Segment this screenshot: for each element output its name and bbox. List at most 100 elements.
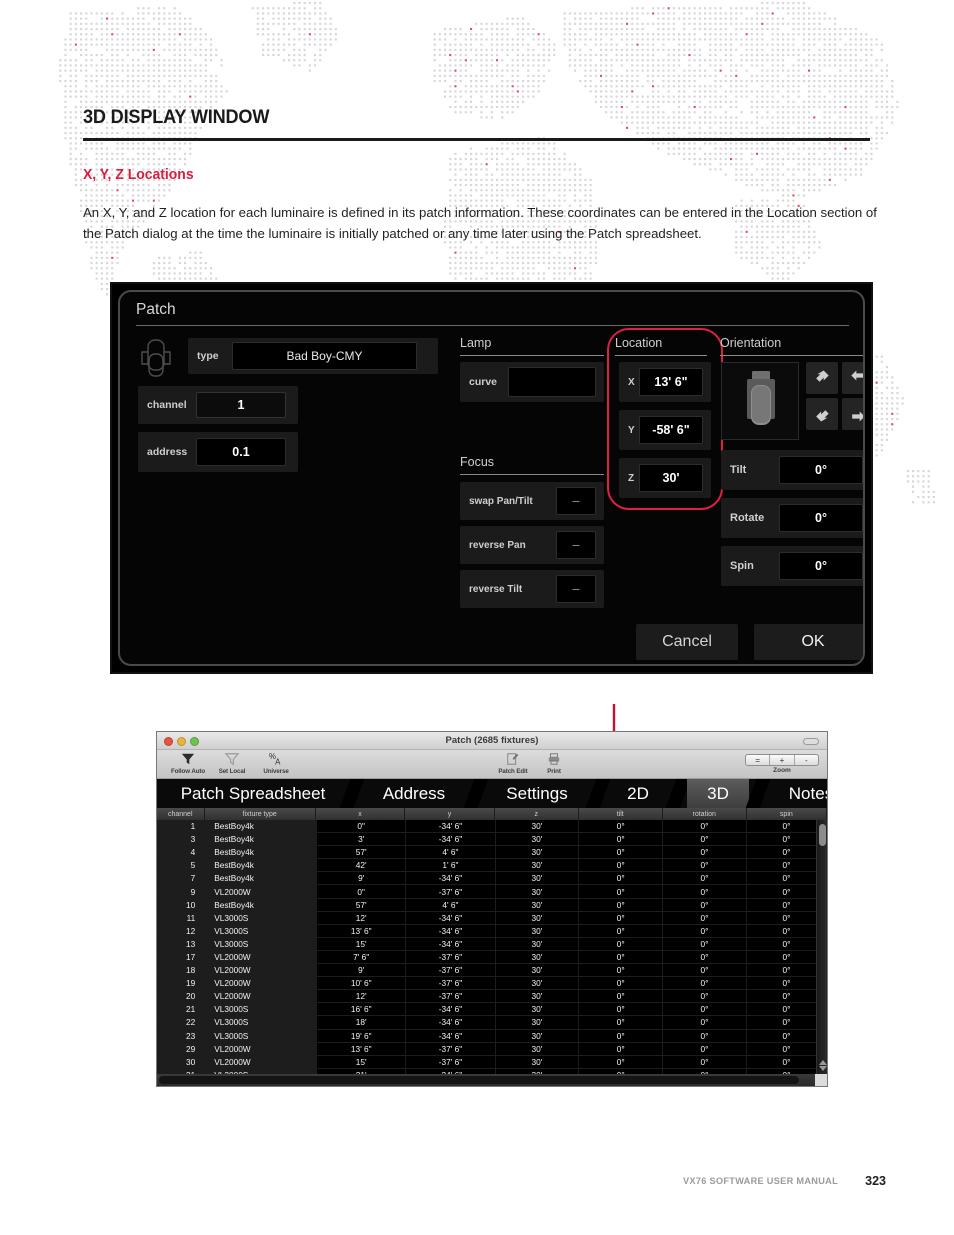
cell-y[interactable]: -34' 6": [406, 872, 495, 884]
table-row[interactable]: 9 VL2000W 0" -37' 6" 30' 0° 0° 0°: [157, 885, 827, 898]
cell-x[interactable]: 16' 6": [317, 1003, 406, 1015]
location-z-field[interactable]: Z 30': [619, 458, 711, 498]
horizontal-scrollbar-thumb[interactable]: [159, 1076, 799, 1084]
cell-y[interactable]: -34' 6": [406, 1016, 495, 1028]
cell-x[interactable]: 57': [317, 846, 406, 858]
cell-fixture-type[interactable]: VL2000W: [205, 977, 317, 989]
table-row[interactable]: 20 VL2000W 12' -37' 6" 30' 0° 0° 0°: [157, 990, 827, 1003]
cell-z[interactable]: 30': [496, 938, 580, 950]
table-row[interactable]: 3 BestBoy4k 3' -34' 6" 30' 0° 0° 0°: [157, 833, 827, 846]
cell-fixture-type[interactable]: BestBoy4k: [205, 820, 317, 832]
cell-channel[interactable]: 12: [157, 925, 205, 937]
tilt-field[interactable]: Tilt 0°: [721, 450, 865, 490]
cell-spin[interactable]: 0°: [747, 925, 827, 937]
rotate-field[interactable]: Rotate 0°: [721, 498, 865, 538]
scroll-up-icon[interactable]: [819, 1060, 827, 1065]
cell-spin[interactable]: 0°: [747, 899, 827, 911]
cell-rotation[interactable]: 0°: [663, 938, 747, 950]
cell-y[interactable]: -34' 6": [406, 1003, 495, 1015]
column-header-x[interactable]: x: [316, 808, 405, 820]
orientation-rotate-left-icon[interactable]: [806, 362, 838, 394]
cell-tilt[interactable]: 0°: [579, 1043, 663, 1055]
column-header-y[interactable]: y: [405, 808, 494, 820]
cell-x[interactable]: 9': [317, 964, 406, 976]
cell-y[interactable]: -34' 6": [406, 938, 495, 950]
tilt-value[interactable]: 0°: [779, 456, 863, 484]
cell-fixture-type[interactable]: VL3000S: [205, 938, 317, 950]
cell-fixture-type[interactable]: VL3000S: [205, 925, 317, 937]
cell-z[interactable]: 30': [496, 820, 580, 832]
cell-spin[interactable]: 0°: [747, 872, 827, 884]
cell-z[interactable]: 30': [496, 1043, 580, 1055]
cell-channel[interactable]: 17: [157, 951, 205, 963]
table-row[interactable]: 29 VL2000W 13' 6" -37' 6" 30' 0° 0° 0°: [157, 1043, 827, 1056]
table-row[interactable]: 10 BestBoy4k 57' 4' 6" 30' 0° 0° 0°: [157, 899, 827, 912]
cell-fixture-type[interactable]: BestBoy4k: [205, 859, 317, 871]
cell-fixture-type[interactable]: BestBoy4k: [205, 833, 317, 845]
cell-rotation[interactable]: 0°: [663, 1056, 747, 1068]
cell-x[interactable]: 57': [317, 899, 406, 911]
channel-value[interactable]: 1: [196, 392, 286, 418]
cell-rotation[interactable]: 0°: [663, 977, 747, 989]
cell-z[interactable]: 30': [496, 846, 580, 858]
cell-y[interactable]: 4' 6": [406, 899, 495, 911]
cell-rotation[interactable]: 0°: [663, 912, 747, 924]
reverse-pan-field[interactable]: reverse Pan –: [460, 526, 604, 564]
cell-z[interactable]: 30': [496, 833, 580, 845]
cell-x[interactable]: 10' 6": [317, 977, 406, 989]
cell-spin[interactable]: 0°: [747, 846, 827, 858]
cell-tilt[interactable]: 0°: [579, 885, 663, 897]
table-row[interactable]: 22 VL3000S 18' -34' 6" 30' 0° 0° 0°: [157, 1016, 827, 1029]
cell-rotation[interactable]: 0°: [663, 1043, 747, 1055]
cell-channel[interactable]: 1: [157, 820, 205, 832]
column-header-fixture-type[interactable]: fixture type: [205, 808, 316, 820]
table-row[interactable]: 23 VL3000S 19' 6" -34' 6" 30' 0° 0° 0°: [157, 1030, 827, 1043]
cell-fixture-type[interactable]: VL2000W: [205, 951, 317, 963]
cell-z[interactable]: 30': [496, 951, 580, 963]
cell-y[interactable]: 4' 6": [406, 846, 495, 858]
location-z-value[interactable]: 30': [639, 464, 703, 492]
table-row[interactable]: 13 VL3000S 15' -34' 6" 30' 0° 0° 0°: [157, 938, 827, 951]
cell-fixture-type[interactable]: VL3000S: [205, 1030, 317, 1042]
cell-tilt[interactable]: 0°: [579, 859, 663, 871]
scroll-down-icon[interactable]: [819, 1066, 827, 1071]
cell-y[interactable]: -34' 6": [406, 925, 495, 937]
cell-x[interactable]: 13' 6": [317, 1043, 406, 1055]
cell-tilt[interactable]: 0°: [579, 872, 663, 884]
fixture-type-field[interactable]: type Bad Boy-CMY: [188, 338, 438, 374]
cell-channel[interactable]: 20: [157, 990, 205, 1002]
cell-y[interactable]: -34' 6": [406, 820, 495, 832]
lamp-curve-field[interactable]: curve: [460, 362, 604, 402]
channel-field[interactable]: channel 1: [138, 386, 298, 424]
cell-x[interactable]: 42': [317, 859, 406, 871]
cell-rotation[interactable]: 0°: [663, 846, 747, 858]
cell-x[interactable]: 0": [317, 820, 406, 832]
cell-z[interactable]: 30': [496, 977, 580, 989]
cell-spin[interactable]: 0°: [747, 885, 827, 897]
cell-x[interactable]: 9': [317, 872, 406, 884]
cell-channel[interactable]: 11: [157, 912, 205, 924]
address-value[interactable]: 0.1: [196, 438, 286, 466]
cell-fixture-type[interactable]: VL3000S: [205, 1016, 317, 1028]
zoom-out-button[interactable]: -: [795, 755, 818, 765]
cell-tilt[interactable]: 0°: [579, 951, 663, 963]
cell-z[interactable]: 30': [496, 1003, 580, 1015]
cell-z[interactable]: 30': [496, 1056, 580, 1068]
cell-tilt[interactable]: 0°: [579, 938, 663, 950]
vertical-scrollbar-thumb[interactable]: [819, 824, 826, 846]
tab-address[interactable]: Address: [361, 779, 467, 808]
cell-tilt[interactable]: 0°: [579, 820, 663, 832]
cell-fixture-type[interactable]: BestBoy4k: [205, 846, 317, 858]
cell-rotation[interactable]: 0°: [663, 820, 747, 832]
cell-channel[interactable]: 22: [157, 1016, 205, 1028]
cell-channel[interactable]: 7: [157, 872, 205, 884]
swap-pan-tilt-value[interactable]: –: [556, 487, 596, 515]
cell-channel[interactable]: 9: [157, 885, 205, 897]
cell-y[interactable]: -37' 6": [406, 977, 495, 989]
cell-tilt[interactable]: 0°: [579, 925, 663, 937]
cell-fixture-type[interactable]: VL2000W: [205, 1043, 317, 1055]
cell-z[interactable]: 30': [496, 872, 580, 884]
table-row[interactable]: 19 VL2000W 10' 6" -37' 6" 30' 0° 0° 0°: [157, 977, 827, 990]
cell-x[interactable]: 15': [317, 938, 406, 950]
cell-spin[interactable]: 0°: [747, 1043, 827, 1055]
